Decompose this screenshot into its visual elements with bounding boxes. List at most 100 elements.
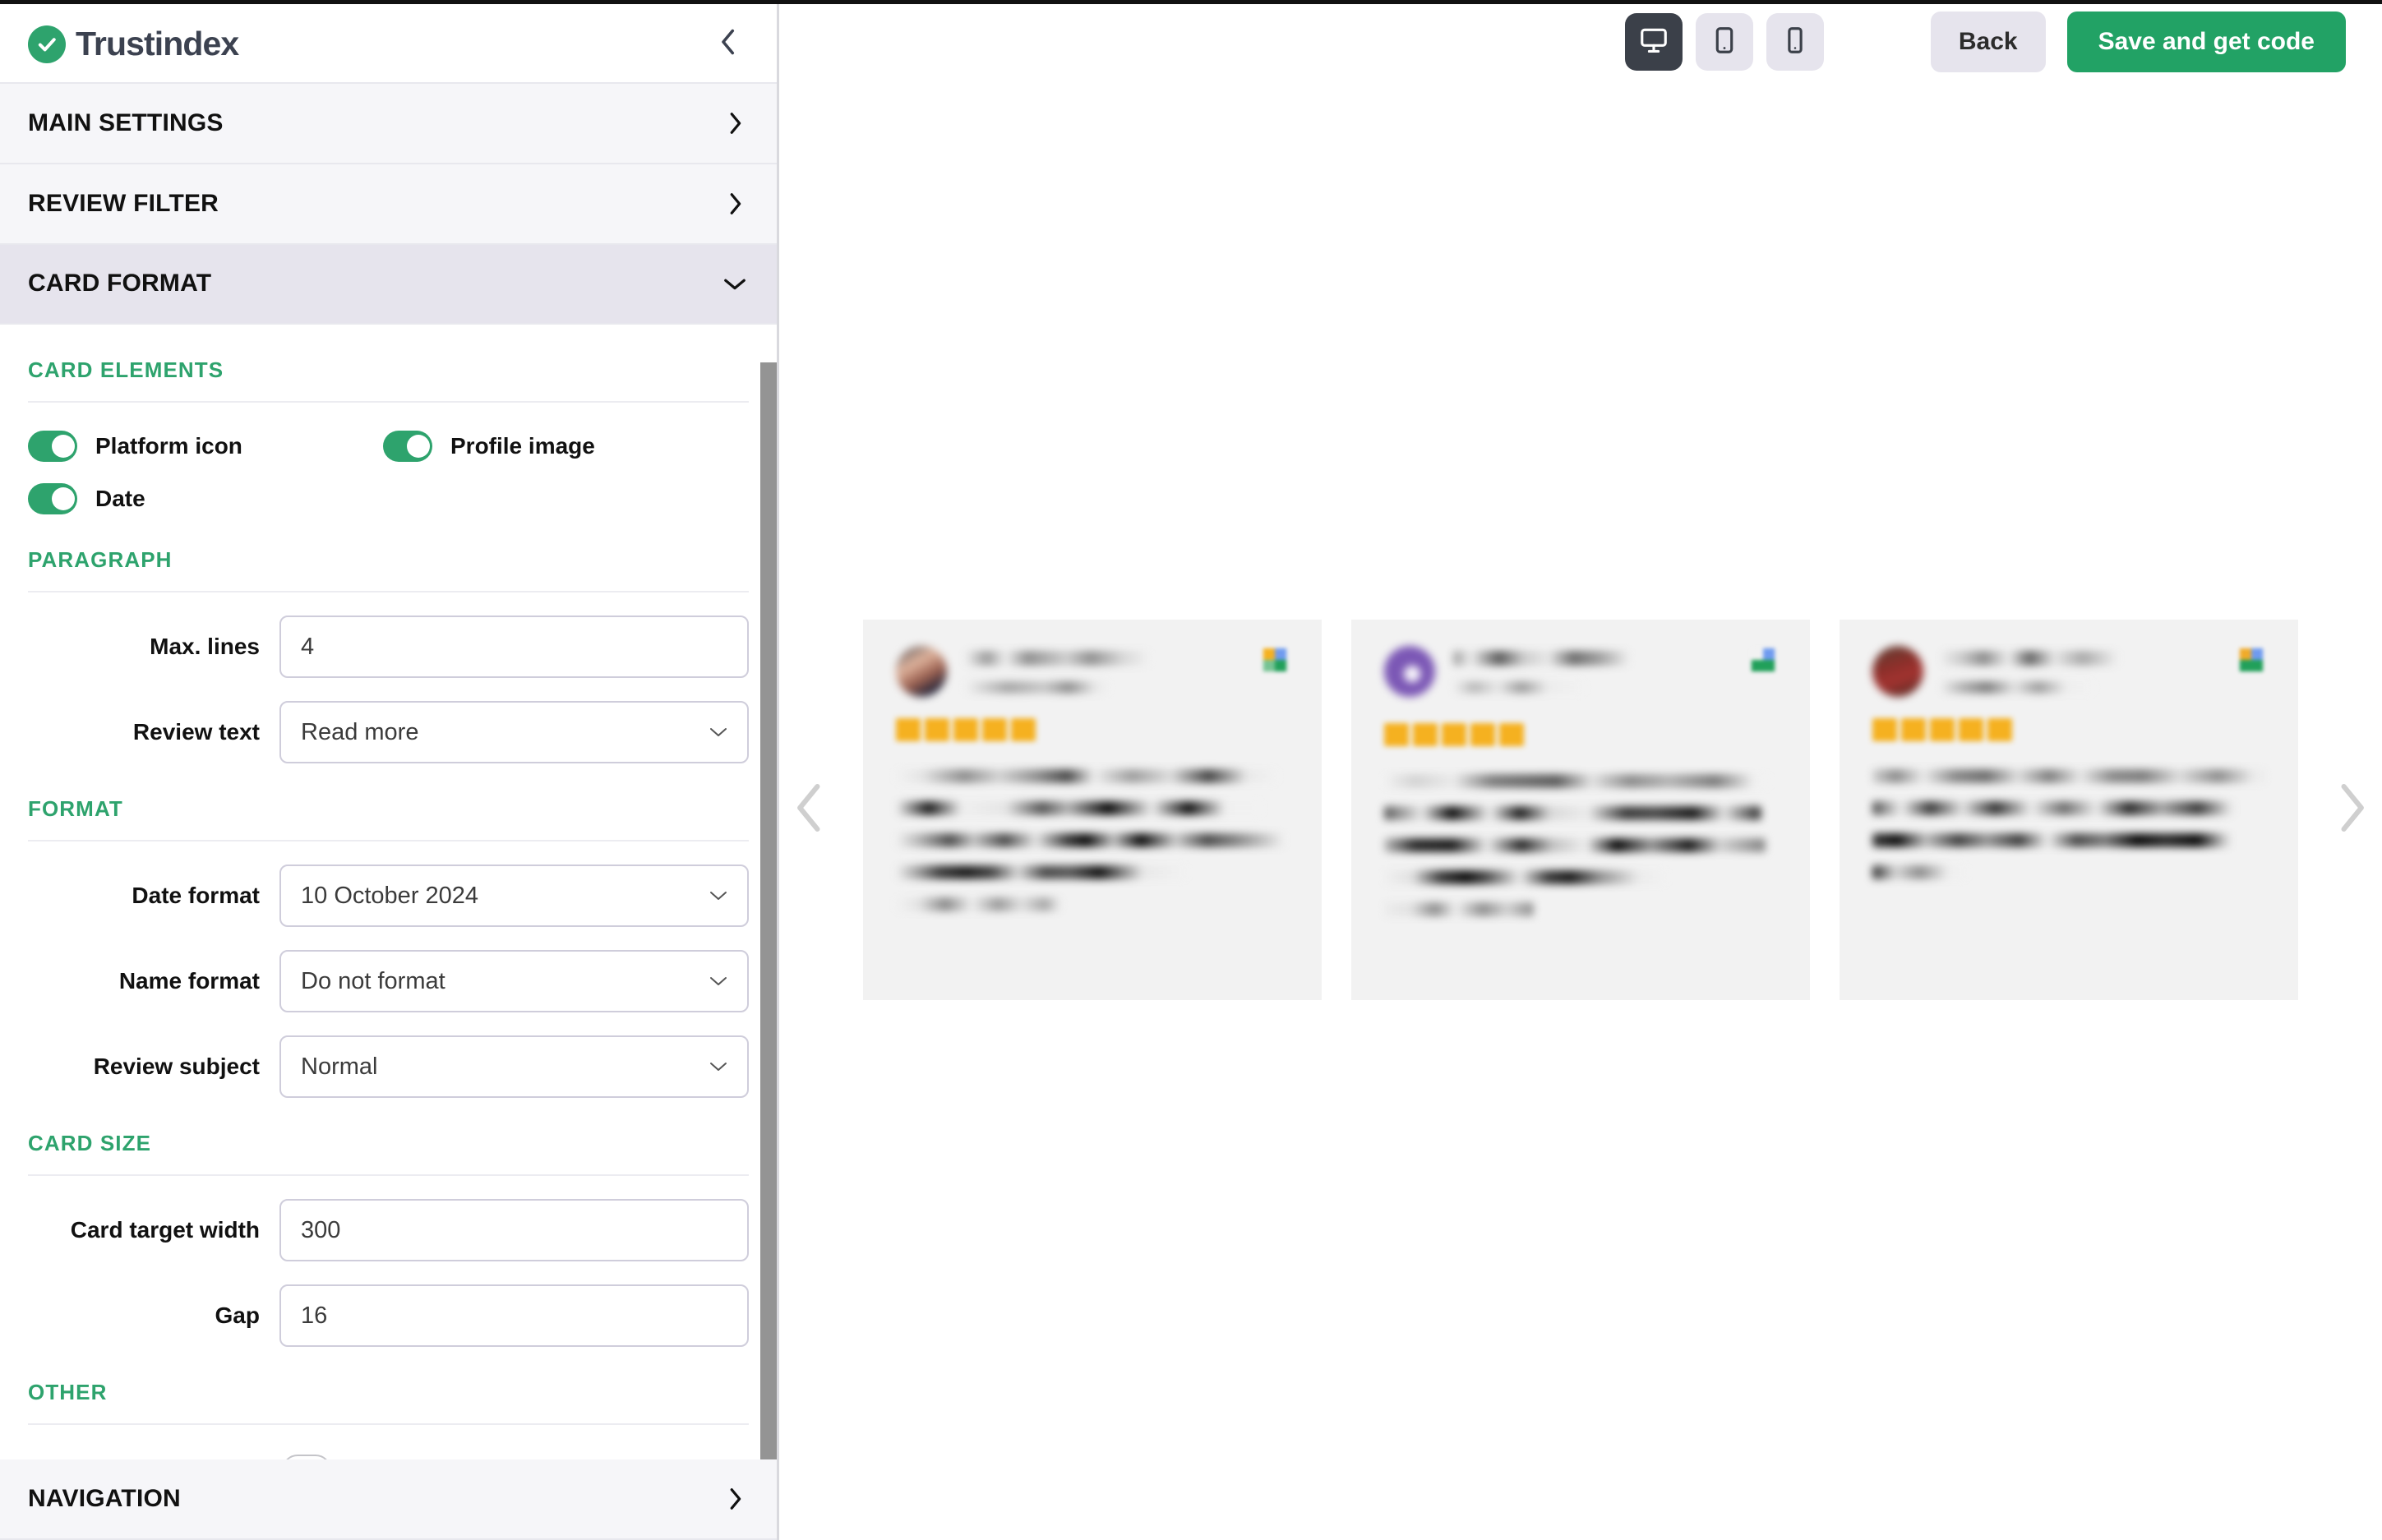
review-text-select[interactable]: Read more <box>279 701 749 764</box>
widget-configurator: Trustindex MAIN SETTINGS REVIEW FILTER C… <box>0 0 2382 1540</box>
review-card[interactable] <box>1351 620 1810 1000</box>
field-label: Review text <box>132 719 260 745</box>
gap-input[interactable]: 16 <box>279 1284 749 1348</box>
google-icon <box>2237 646 2265 674</box>
review-card-header <box>896 646 1289 697</box>
star-icon <box>1930 718 1955 741</box>
settings-sidebar: Trustindex MAIN SETTINGS REVIEW FILTER C… <box>0 4 779 1540</box>
sidebar-section-review-filter[interactable]: REVIEW FILTER <box>0 162 777 245</box>
preview-toolbar: Back Save and get code <box>779 4 2382 80</box>
star-icon <box>1959 718 1983 741</box>
sidebar-collapse-button[interactable] <box>709 25 747 63</box>
review-text <box>896 769 1289 911</box>
select-value: Normal <box>301 1053 378 1080</box>
carousel-prev-button[interactable] <box>781 782 838 839</box>
toggle-platform-icon[interactable]: Platform icon <box>28 431 383 463</box>
toggle-label: Reviewers linked <box>28 1457 264 1459</box>
text-line <box>896 769 1277 783</box>
divider <box>28 591 749 593</box>
field-label: Review subject <box>93 1054 260 1080</box>
group-label-paragraph: PARAGRAPH <box>28 547 173 573</box>
star-icon <box>1499 723 1524 746</box>
device-button-tablet[interactable] <box>1695 13 1753 71</box>
chevron-down-icon <box>708 885 729 906</box>
review-date <box>1453 681 1585 694</box>
select-value: Read more <box>301 718 419 745</box>
carousel-next-button[interactable] <box>2323 782 2380 839</box>
chevron-down-icon <box>708 722 729 743</box>
reviewer-name <box>1453 651 1630 666</box>
back-button[interactable]: Back <box>1930 12 2046 72</box>
field-label: Card target width <box>70 1217 260 1243</box>
text-line <box>896 865 1187 879</box>
divider <box>28 840 749 842</box>
review-date <box>965 681 1109 694</box>
toggle-switch[interactable] <box>383 431 432 463</box>
toggle-switch[interactable] <box>28 431 77 463</box>
name-format-select[interactable]: Do not format <box>279 950 749 1013</box>
toggle-label: Platform icon <box>95 433 242 459</box>
star-icon <box>1413 723 1438 746</box>
star-rating <box>1384 723 1777 746</box>
text-line <box>1384 838 1766 852</box>
sidebar-scrollbar-thumb[interactable] <box>760 362 777 1460</box>
review-card[interactable] <box>863 620 1322 1000</box>
star-icon <box>1987 718 2012 741</box>
toggle-knob <box>407 435 430 459</box>
max-lines-input[interactable]: 4 <box>279 616 749 679</box>
card-elements-row-2: Date <box>28 483 749 515</box>
divider <box>28 401 749 403</box>
field-label: Gap <box>215 1303 260 1329</box>
review-card-carousel <box>863 620 2298 1000</box>
toggle-reviewers-linked[interactable]: Reviewers linked <box>28 1455 749 1460</box>
text-line <box>896 897 1061 911</box>
toggle-profile-image[interactable]: Profile image <box>383 431 738 463</box>
chevron-right-icon <box>2331 781 2372 839</box>
text-line <box>1384 870 1668 884</box>
field-label: Max. lines <box>150 634 260 660</box>
sidebar-section-navigation[interactable]: NAVIGATION <box>0 1458 777 1540</box>
toggle-switch[interactable] <box>28 483 77 515</box>
google-icon <box>1261 646 1289 674</box>
star-icon <box>953 718 978 741</box>
star-icon <box>982 718 1007 741</box>
field-review-text: Review text Read more <box>28 701 749 764</box>
section-title: MAIN SETTINGS <box>28 108 224 136</box>
device-button-mobile[interactable] <box>1766 13 1824 71</box>
select-value: 10 October 2024 <box>301 882 479 909</box>
save-and-get-code-button[interactable]: Save and get code <box>2066 12 2346 72</box>
chevron-left-icon <box>789 781 830 839</box>
card-elements-row-1: Platform icon Profile image <box>28 431 749 463</box>
review-subject-select[interactable]: Normal <box>279 1035 749 1099</box>
chevron-right-icon <box>721 1485 749 1513</box>
reviewer-meta <box>1941 646 2237 694</box>
brand-logo: Trustindex <box>28 25 239 63</box>
text-line <box>1872 865 1967 879</box>
widget-preview <box>779 80 2382 1540</box>
toggle-switch[interactable] <box>282 1455 332 1460</box>
section-title: NAVIGATION <box>28 1485 181 1513</box>
input-value: 4 <box>301 633 315 660</box>
sidebar-section-card-format[interactable]: CARD FORMAT <box>0 242 777 325</box>
sidebar-section-main-settings[interactable]: MAIN SETTINGS <box>0 82 777 164</box>
star-rating <box>1872 718 2265 741</box>
field-name-format: Name format Do not format <box>28 950 749 1013</box>
input-value: 16 <box>301 1302 328 1329</box>
reviewer-meta <box>965 646 1261 694</box>
toggle-date[interactable]: Date <box>28 483 383 515</box>
field-gap: Gap 16 <box>28 1284 749 1348</box>
text-line <box>1384 806 1761 820</box>
review-card[interactable] <box>1840 620 2298 1000</box>
group-label-format: FORMAT <box>28 796 123 822</box>
group-label-card-elements: CARD ELEMENTS <box>28 357 224 383</box>
star-icon <box>1901 718 1926 741</box>
review-text <box>1872 769 2265 879</box>
sidebar-header: Trustindex <box>0 4 777 84</box>
text-line <box>1872 801 2234 815</box>
card-target-width-input[interactable]: 300 <box>279 1199 749 1262</box>
device-button-desktop[interactable] <box>1624 13 1683 71</box>
review-text <box>1384 774 1777 916</box>
date-format-select[interactable]: 10 October 2024 <box>279 865 749 928</box>
star-icon <box>896 718 921 741</box>
field-card-target-width: Card target width 300 <box>28 1199 749 1262</box>
